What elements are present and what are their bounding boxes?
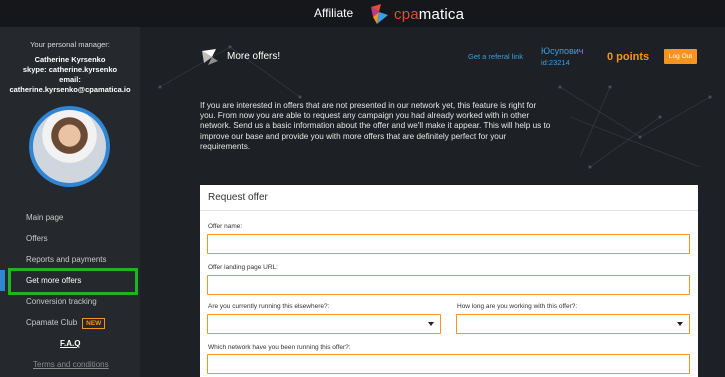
sidebar-item-label: Cpamate Club <box>26 318 78 327</box>
user-info[interactable]: Юсупович id:23214 <box>541 46 583 68</box>
user-id: id:23214 <box>541 58 570 67</box>
logo-text-cp: cpa <box>394 5 419 23</box>
network-label: Which network have you been running this… <box>208 344 351 351</box>
chevron-down-icon <box>677 322 683 326</box>
manager-email[interactable]: catherine.kyrsenko@cpamatica.io <box>0 85 140 95</box>
more-offers-icon <box>202 49 218 65</box>
logo-icon <box>371 4 388 24</box>
sidebar-item-offers[interactable]: Offers <box>0 228 140 249</box>
running-elsewhere-select[interactable] <box>207 314 441 334</box>
how-long-select[interactable] <box>456 314 690 334</box>
landing-url-input[interactable] <box>207 275 690 295</box>
affiliate-label: Affiliate <box>314 6 354 20</box>
new-badge: NEW <box>82 318 106 329</box>
sidebar-item-main-page[interactable]: Main page <box>0 207 140 228</box>
sidebar-item-label: Terms and conditions <box>33 360 109 369</box>
sidebar-item-label: Main page <box>26 213 64 222</box>
offer-name-label: Offer name: <box>208 223 243 230</box>
chevron-down-icon <box>428 322 434 326</box>
referral-link[interactable]: Get a referal link <box>468 52 523 61</box>
sidebar-item-label: Offers <box>26 234 48 243</box>
main-content: More offers! Get a referal link Юсупович… <box>140 27 725 377</box>
points-counter: 0 points <box>607 51 650 63</box>
intro-text: If you are interested in offers that are… <box>200 101 551 151</box>
sidebar-item-label: Conversion tracking <box>26 297 97 306</box>
sidebar-item-cpamate-club[interactable]: Cpamate Club NEW <box>0 312 140 333</box>
top-bar: Affiliate cpamatica <box>0 0 725 27</box>
sidebar-item-label: Reports and payments <box>26 255 107 264</box>
logo-text-rest: matica <box>418 5 465 23</box>
manager-skype: skype: catherine.kyrsenko <box>22 65 118 74</box>
user-name: Юсупович <box>541 46 584 56</box>
personal-manager-info: Your personal manager: Catherine Kyrsenk… <box>0 40 140 95</box>
manager-email-label: email: <box>59 75 81 84</box>
form-title: Request offer <box>200 185 698 211</box>
network-input[interactable] <box>207 354 690 374</box>
manager-name: Catherine Kyrsenko <box>34 55 106 64</box>
cpamatica-logo[interactable]: cpamatica <box>368 2 464 26</box>
manager-title: Your personal manager: <box>30 40 110 49</box>
sidebar-item-label: F.A.Q <box>60 339 81 348</box>
sidebar-item-faq[interactable]: F.A.Q <box>0 333 140 354</box>
sidebar: Your personal manager: Catherine Kyrsenk… <box>0 27 140 377</box>
page-title: More offers! <box>227 51 281 62</box>
how-long-label: How long are you working with this offer… <box>457 303 578 310</box>
offer-name-input[interactable] <box>207 234 690 254</box>
active-item-highlight <box>8 268 138 295</box>
manager-avatar <box>29 106 110 187</box>
logout-button[interactable]: Log Out <box>664 49 697 64</box>
sidebar-item-terms[interactable]: Terms and conditions <box>0 354 140 375</box>
running-elsewhere-label: Are you currently running this elsewhere… <box>208 303 330 310</box>
manager-photo <box>33 110 106 183</box>
request-offer-form: Request offer Offer name: Offer landing … <box>200 185 698 377</box>
sidebar-item-reports[interactable]: Reports and payments <box>0 249 140 270</box>
landing-url-label: Offer landing page URL: <box>208 264 278 271</box>
